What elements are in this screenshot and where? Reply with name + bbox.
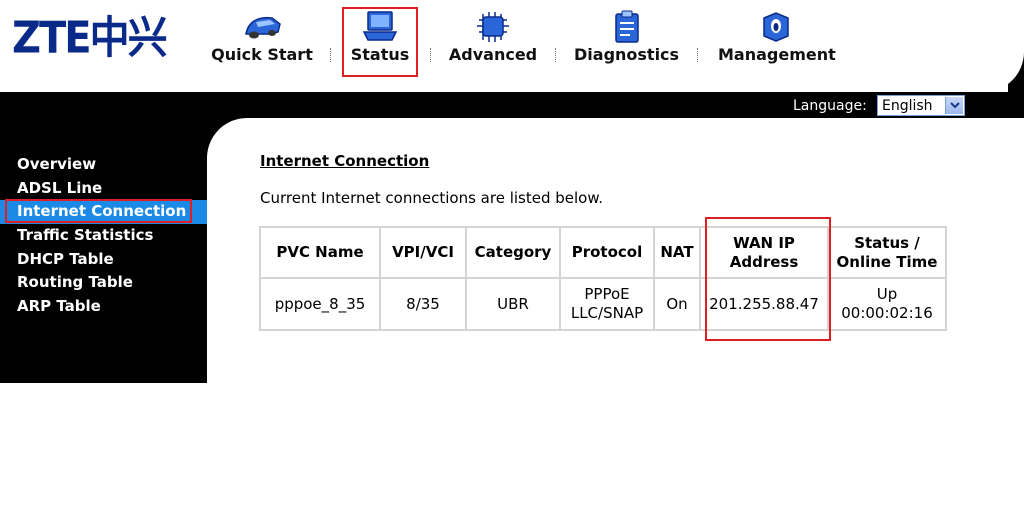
- cube-icon: [756, 10, 796, 44]
- connections-table: PVC Name VPI/VCI Category Protocol NAT W…: [259, 226, 947, 331]
- cell-protocol: PPPoE LLC/SNAP: [559, 277, 655, 331]
- nav-label: Diagnostics: [574, 45, 680, 64]
- cell-vpi-vci: 8/35: [379, 277, 467, 331]
- col-status: Status / Online Time: [827, 226, 947, 279]
- nav-separator: [330, 48, 332, 62]
- sidebar-item-overview[interactable]: Overview: [0, 153, 207, 177]
- chevron-down-icon[interactable]: [945, 97, 963, 114]
- col-category: Category: [465, 226, 561, 279]
- nav-separator: [697, 48, 699, 62]
- sidebar-menu: Overview ADSL Line Internet Connection T…: [0, 153, 207, 319]
- language-select[interactable]: English: [877, 95, 965, 116]
- nav-management[interactable]: Management: [718, 8, 836, 78]
- language-label: Language:: [793, 98, 867, 114]
- sidebar-highlight-box: [5, 199, 192, 223]
- status-highlight-box: [342, 7, 418, 77]
- nav-separator: [430, 48, 432, 62]
- nav-separator: [555, 48, 557, 62]
- header: ZTE中兴 Quick Start Status Advanced Diagno…: [0, 0, 1024, 92]
- cell-status: Up 00:00:02:16: [827, 277, 947, 331]
- language-value: English: [882, 97, 933, 114]
- col-protocol: Protocol: [559, 226, 655, 279]
- sidebar-item-dhcp-table[interactable]: DHCP Table: [0, 248, 207, 272]
- nav-label: Management: [718, 45, 836, 64]
- nav-advanced[interactable]: Advanced: [448, 8, 538, 78]
- col-pvc-name: PVC Name: [259, 226, 381, 279]
- top-nav: Quick Start Status Advanced Diagnostics …: [0, 0, 1000, 92]
- sidebar-item-traffic-statistics[interactable]: Traffic Statistics: [0, 224, 207, 248]
- clipboard-icon: [606, 10, 646, 44]
- cell-nat: On: [653, 277, 701, 331]
- cell-category: UBR: [465, 277, 561, 331]
- sidebar-item-arp-table[interactable]: ARP Table: [0, 295, 207, 319]
- nav-quick-start[interactable]: Quick Start: [210, 8, 314, 78]
- table-header-row: PVC Name VPI/VCI Category Protocol NAT W…: [259, 226, 947, 279]
- page-title: Internet Connection: [260, 152, 430, 170]
- sidebar-item-routing-table[interactable]: Routing Table: [0, 271, 207, 295]
- table-row: pppoe_8_35 8/35 UBR PPPoE LLC/SNAP On 201…: [259, 277, 947, 331]
- col-nat: NAT: [653, 226, 701, 279]
- nav-diagnostics[interactable]: Diagnostics: [574, 8, 680, 78]
- nav-label: Quick Start: [211, 45, 313, 64]
- sidebar-item-adsl-line[interactable]: ADSL Line: [0, 177, 207, 201]
- cell-pvc-name: pppoe_8_35: [259, 277, 381, 331]
- chip-icon: [473, 10, 513, 44]
- nav-label: Advanced: [448, 45, 538, 64]
- col-vpi-vci: VPI/VCI: [379, 226, 467, 279]
- car-icon: [242, 10, 282, 44]
- page-description: Current Internet connections are listed …: [260, 189, 603, 207]
- wan-ip-highlight-box: [705, 217, 831, 341]
